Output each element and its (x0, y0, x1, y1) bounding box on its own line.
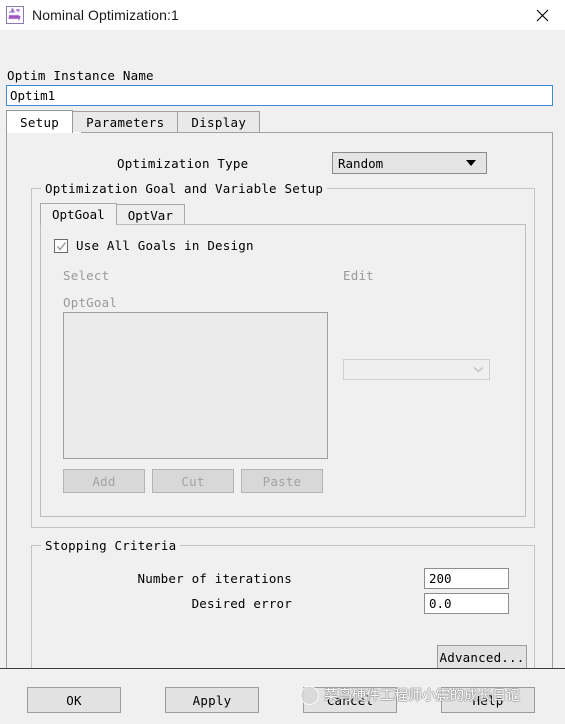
optimization-type-value: Random (338, 155, 384, 171)
instance-name-label: Optim Instance Name (7, 68, 154, 83)
dialog-footer: OK Apply Cancel Help (0, 669, 565, 724)
edit-goal-select (343, 359, 490, 380)
select-label: Select (63, 268, 110, 283)
dialog-body: Optim Instance Name Setup Parameters Dis… (0, 30, 565, 724)
stopping-criteria-groupbox: Stopping Criteria Number of iterations D… (31, 538, 535, 675)
goal-action-buttons: Add Cut Paste (63, 469, 323, 493)
iterations-label: Number of iterations (137, 571, 292, 586)
goal-variable-groupbox: Optimization Goal and Variable Setup Opt… (31, 181, 535, 528)
ok-button[interactable]: OK (27, 687, 121, 713)
waveform-circuit-icon (6, 6, 24, 24)
window-title: Nominal Optimization:1 (32, 7, 179, 23)
instance-name-input[interactable] (6, 85, 553, 106)
paste-goal-button[interactable]: Paste (241, 469, 323, 493)
chevron-down-icon (466, 160, 476, 166)
desired-error-input[interactable] (424, 593, 509, 614)
stopping-criteria-groupbox-title: Stopping Criteria (41, 538, 181, 553)
close-icon[interactable] (519, 0, 565, 30)
checkmark-icon (56, 241, 67, 251)
optimization-type-select[interactable]: Random (332, 152, 487, 174)
optimization-type-label: Optimization Type (117, 156, 249, 171)
iterations-input[interactable] (424, 568, 509, 589)
window-titlebar: Nominal Optimization:1 (0, 0, 565, 30)
tab-display[interactable]: Display (177, 111, 261, 133)
use-all-goals-checkbox-row[interactable]: Use All Goals in Design (54, 238, 254, 253)
desired-error-label: Desired error (191, 596, 292, 611)
edit-label: Edit (343, 268, 374, 283)
help-button[interactable]: Help (441, 687, 535, 713)
advanced-button[interactable]: Advanced... (437, 645, 527, 670)
use-all-goals-label: Use All Goals in Design (76, 238, 254, 253)
setup-tab-panel: Optimization Type Random Optimization Go… (6, 132, 553, 688)
chevron-down-icon (469, 366, 487, 373)
tab-optgoal[interactable]: OptGoal (40, 203, 117, 225)
add-goal-button[interactable]: Add (63, 469, 145, 493)
apply-button[interactable]: Apply (165, 687, 259, 713)
tab-optvar[interactable]: OptVar (115, 204, 185, 225)
tab-parameters[interactable]: Parameters (72, 111, 179, 133)
tab-setup[interactable]: Setup (6, 110, 74, 133)
optgoal-listbox[interactable] (63, 312, 328, 459)
main-tabstrip: Setup Parameters Display (6, 110, 553, 133)
cut-goal-button[interactable]: Cut (152, 469, 234, 493)
optgoal-list-label: OptGoal (63, 295, 118, 310)
use-all-goals-checkbox[interactable] (54, 238, 68, 253)
goal-inner-tabstrip: OptGoal OptVar (40, 203, 185, 225)
cancel-button[interactable]: Cancel (303, 687, 397, 713)
optgoal-panel: Use All Goals in Design Select Edit OptG… (40, 224, 526, 517)
goal-variable-groupbox-title: Optimization Goal and Variable Setup (41, 181, 328, 196)
